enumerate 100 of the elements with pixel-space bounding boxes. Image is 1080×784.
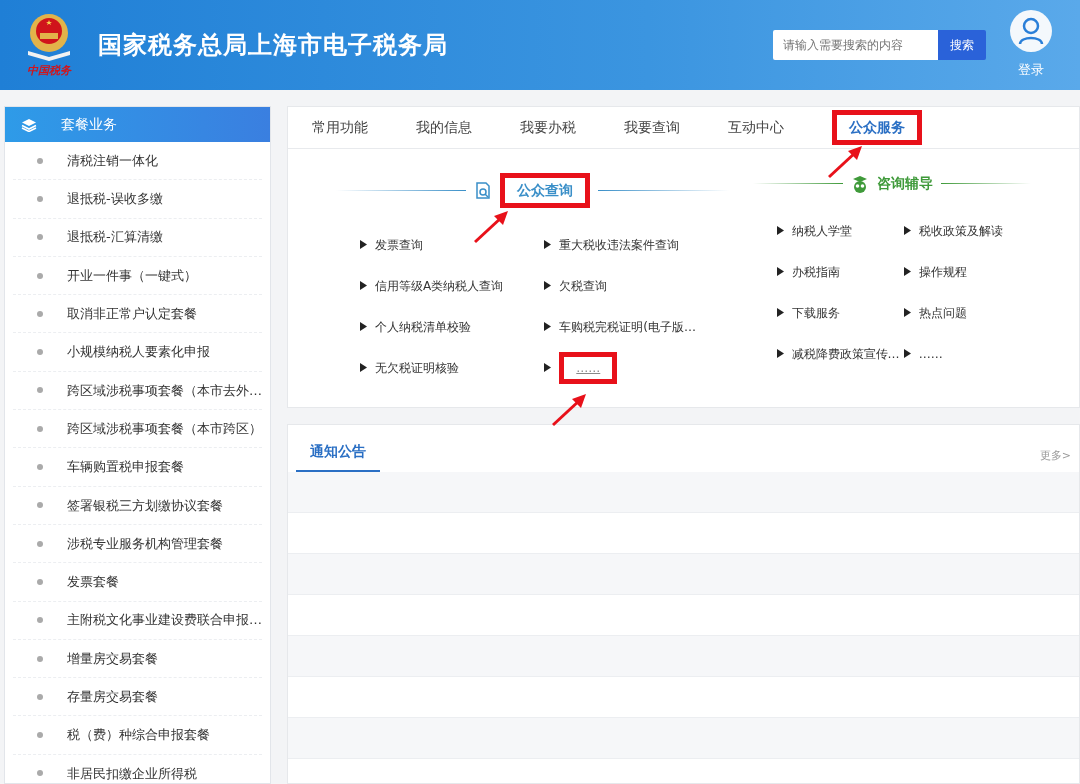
nav-tab[interactable]: 我要查询 bbox=[624, 117, 680, 138]
bullet-icon bbox=[37, 578, 43, 585]
nav-tab[interactable]: 我要办税 bbox=[520, 117, 576, 138]
service-link[interactable]: 操作规程 bbox=[918, 262, 967, 281]
bullet-icon bbox=[37, 770, 43, 777]
triangle-bullet-icon bbox=[776, 308, 784, 317]
bullet-icon bbox=[37, 425, 43, 432]
sidebar-item[interactable]: 清税注销一体化 bbox=[13, 142, 262, 181]
nav-tab[interactable]: 互动中心 bbox=[728, 117, 784, 138]
bullet-icon bbox=[37, 655, 43, 662]
sidebar-item[interactable]: 签署银税三方划缴协议套餐 bbox=[13, 486, 262, 525]
service-link[interactable]: 减税降费政策宣传… bbox=[791, 344, 900, 363]
bullet-icon bbox=[37, 732, 43, 739]
sidebar-item[interactable]: 车辆购置税申报套餐 bbox=[13, 448, 262, 487]
bullet-icon bbox=[37, 234, 43, 241]
triangle-bullet-icon bbox=[360, 363, 367, 372]
service-link[interactable]: 无欠税证明核验 bbox=[375, 358, 459, 377]
sidebar-item[interactable]: 发票套餐 bbox=[13, 563, 262, 602]
triangle-bullet-icon bbox=[360, 322, 367, 331]
sidebar-item-label: 存量房交易套餐 bbox=[67, 688, 158, 707]
sidebar-item[interactable]: 存量房交易套餐 bbox=[13, 678, 262, 717]
bullet-icon bbox=[37, 272, 43, 279]
sidebar-item-label: 退抵税-汇算清缴 bbox=[67, 228, 163, 247]
search-button[interactable]: 搜索 bbox=[938, 30, 986, 60]
login-avatar[interactable] bbox=[1010, 10, 1052, 53]
nav-tab[interactable]: 我的信息 bbox=[416, 117, 472, 138]
sidebar-item-label: 开业一件事（一键式） bbox=[67, 266, 197, 285]
nav-tab[interactable]: 常用功能 bbox=[312, 117, 368, 138]
triangle-bullet-icon bbox=[544, 281, 552, 290]
service-link[interactable]: 发票查询 bbox=[375, 235, 423, 254]
sidebar-item[interactable]: 主附税文化事业建设费联合申报… bbox=[13, 601, 262, 640]
service-link[interactable]: …… bbox=[918, 344, 943, 363]
sidebar-item[interactable]: 跨区域涉税事项套餐（本市去外… bbox=[13, 371, 262, 411]
bullet-icon bbox=[37, 310, 43, 317]
sidebar-item-label: 主附税文化事业建设费联合申报… bbox=[67, 611, 262, 630]
bullet-icon bbox=[37, 617, 43, 624]
sidebar-item-label: 小规模纳税人要素化申报 bbox=[67, 343, 210, 362]
service-link[interactable]: 办税指南 bbox=[791, 262, 840, 281]
service-link[interactable]: 纳税人学堂 bbox=[791, 221, 852, 240]
triangle-bullet-icon bbox=[544, 240, 552, 249]
sidebar-item[interactable]: 退抵税-误收多缴 bbox=[13, 180, 262, 219]
triangle-bullet-icon bbox=[544, 363, 552, 372]
triangle-bullet-icon bbox=[903, 267, 911, 276]
sidebar-item[interactable]: 税（费）种综合申报套餐 bbox=[13, 716, 262, 755]
sidebar-item[interactable]: 非居民扣缴企业所得税 bbox=[13, 754, 262, 784]
triangle-bullet-icon bbox=[360, 240, 367, 249]
service-link[interactable]: 重大税收违法案件查询 bbox=[559, 235, 680, 254]
sidebar-item[interactable]: 增量房交易套餐 bbox=[13, 639, 262, 679]
service-link[interactable]: 下载服务 bbox=[791, 303, 840, 322]
bullet-icon bbox=[37, 157, 43, 164]
service-link[interactable]: 车购税完税证明(电子版… bbox=[559, 317, 696, 336]
bullet-icon bbox=[37, 195, 43, 202]
sidebar-title: 套餐业务 bbox=[61, 115, 117, 134]
sidebar-item[interactable]: 取消非正常户认定套餐 bbox=[13, 295, 262, 334]
sidebar-item-label: 涉税专业服务机构管理套餐 bbox=[67, 534, 223, 553]
sidebar-item-label: 退抵税-误收多缴 bbox=[67, 190, 163, 209]
sidebar-item-label: 非居民扣缴企业所得税 bbox=[67, 764, 197, 783]
sidebar-item[interactable]: 跨区域涉税事项套餐（本市跨区） bbox=[13, 410, 262, 449]
triangle-bullet-icon bbox=[360, 281, 367, 290]
sidebar-item-label: 车辆购置税申报套餐 bbox=[67, 458, 184, 477]
sidebar-item-label: 跨区域涉税事项套餐（本市跨区） bbox=[67, 419, 262, 438]
section-title: 咨询辅导 bbox=[876, 174, 933, 193]
search-field[interactable]: 请输入需要搜索的内容 bbox=[773, 30, 938, 60]
sidebar-item-label: 取消非正常户认定套餐 bbox=[67, 305, 197, 324]
section-title: 公众查询 bbox=[500, 173, 591, 208]
annotation-arrow-icon bbox=[826, 144, 864, 180]
triangle-bullet-icon bbox=[903, 308, 911, 317]
triangle-bullet-icon bbox=[776, 226, 784, 235]
sidebar-item-label: 签署银税三方划缴协议套餐 bbox=[67, 496, 223, 515]
sidebar-item-label: 跨区域涉税事项套餐（本市去外… bbox=[67, 381, 262, 400]
annotation-arrow-icon bbox=[550, 391, 589, 428]
triangle-bullet-icon bbox=[544, 322, 552, 331]
triangle-bullet-icon bbox=[903, 349, 911, 358]
service-link[interactable]: 欠税查询 bbox=[559, 276, 608, 295]
layers-icon bbox=[21, 117, 37, 132]
service-link[interactable]: 信用等级A类纳税人查询 bbox=[375, 276, 504, 295]
service-link[interactable]: 个人纳税清单校验 bbox=[375, 317, 471, 336]
site-title: 国家税务总局上海市电子税务局 bbox=[98, 30, 448, 61]
service-link[interactable]: …… bbox=[559, 351, 618, 384]
sidebar-item-label: 发票套餐 bbox=[67, 573, 119, 592]
user-icon bbox=[1018, 17, 1044, 46]
bullet-icon bbox=[37, 349, 43, 356]
search-document-icon bbox=[474, 181, 493, 200]
sidebar-item-label: 清税注销一体化 bbox=[67, 151, 158, 170]
sidebar-item-label: 增量房交易套餐 bbox=[67, 649, 158, 668]
annotation-arrow-icon bbox=[472, 209, 511, 245]
service-link[interactable]: 税收政策及解读 bbox=[918, 221, 1003, 240]
bullet-icon bbox=[37, 464, 43, 470]
service-link[interactable]: 热点问题 bbox=[918, 303, 967, 322]
bullet-icon bbox=[37, 502, 43, 509]
sidebar-item[interactable]: 退抵税-汇算清缴 bbox=[13, 218, 262, 257]
triangle-bullet-icon bbox=[903, 226, 911, 235]
bullet-icon bbox=[37, 387, 43, 394]
sidebar-item-label: 税（费）种综合申报套餐 bbox=[67, 726, 210, 745]
sidebar-item[interactable]: 小规模纳税人要素化申报 bbox=[13, 333, 262, 372]
triangle-bullet-icon bbox=[776, 267, 784, 276]
sidebar-item[interactable]: 涉税专业服务机构管理套餐 bbox=[13, 524, 262, 564]
nav-tab[interactable]: 公众服务 bbox=[832, 110, 922, 145]
sidebar-item[interactable]: 开业一件事（一键式） bbox=[13, 256, 262, 296]
logo-caption: 中国税务 bbox=[27, 62, 71, 79]
